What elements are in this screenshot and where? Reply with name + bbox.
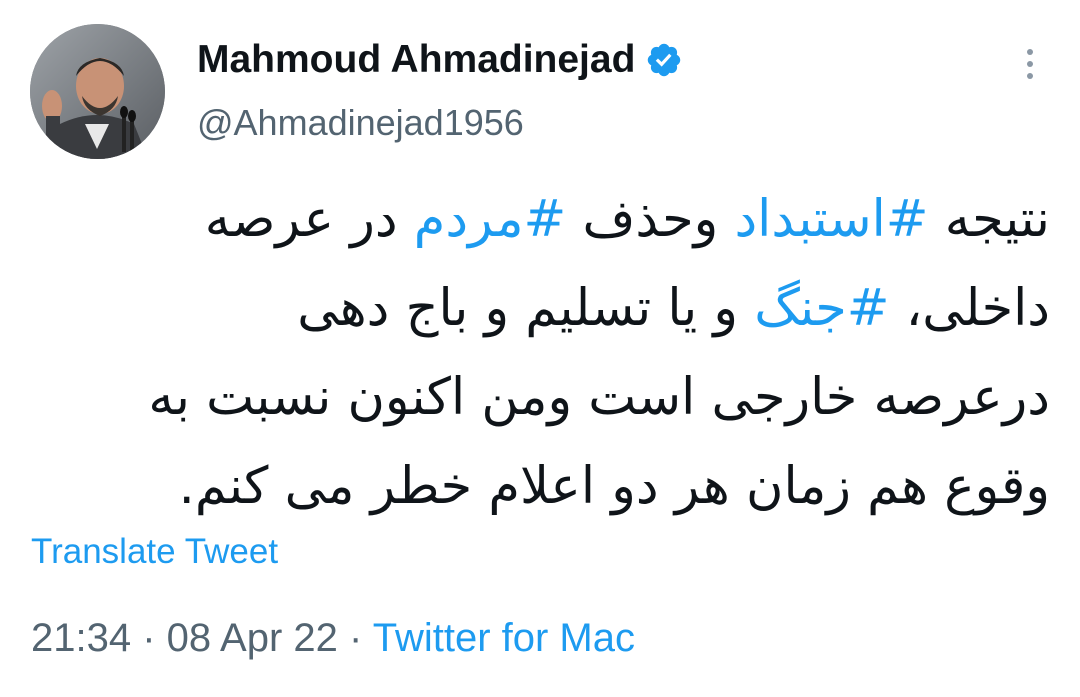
tweet-text: نتیجه #استبداد وحذف #مردم در عرصه داخلی،… [40, 175, 1050, 531]
tweet-metadata: 21:34 · 08 Apr 22 · Twitter for Mac [31, 616, 635, 661]
hashtag-link[interactable]: #مردم [414, 190, 566, 249]
verified-badge-icon [645, 41, 683, 79]
meta-separator: · [131, 616, 167, 660]
name-row: Mahmoud Ahmadinejad [197, 34, 683, 86]
author-handle[interactable]: @Ahmadinejad1956 [197, 102, 683, 144]
display-name[interactable]: Mahmoud Ahmadinejad [197, 38, 635, 82]
tweet-text-segment: نتیجه [928, 190, 1050, 249]
tweet-text-segment: درعرصه خارجی است ومن اکنون نسبت به [148, 368, 1050, 427]
profile-photo-icon [30, 24, 165, 159]
tweet-source-link[interactable]: Twitter for Mac [373, 616, 635, 660]
tweet-line: درعرصه خارجی است ومن اکنون نسبت به [40, 353, 1050, 442]
translate-tweet-link[interactable]: Translate Tweet [31, 532, 278, 572]
author-block: Mahmoud Ahmadinejad @Ahmadinejad1956 [197, 34, 683, 144]
tweet-card: Mahmoud Ahmadinejad @Ahmadinejad1956 نتی… [0, 0, 1080, 697]
tweet-line: نتیجه #استبداد وحذف #مردم در عرصه [40, 175, 1050, 264]
hashtag-link[interactable]: #جنگ [754, 279, 889, 338]
tweet-text-segment: وقوع هم زمان هر دو اعلام خطر می کنم. [178, 457, 1050, 516]
tweet-text-segment: و یا تسلیم و باج دهی [297, 279, 755, 338]
avatar[interactable] [30, 24, 165, 159]
tweet-line: داخلی، #جنگ و یا تسلیم و باج دهی [40, 264, 1050, 353]
tweet-date[interactable]: 08 Apr 22 [167, 616, 338, 660]
tweet-text-segment: در عرصه [204, 190, 414, 249]
hashtag-link[interactable]: #استبداد [734, 190, 928, 249]
tweet-time[interactable]: 21:34 [31, 616, 131, 660]
tweet-text-segment: وحذف [566, 190, 735, 249]
tweet-line: وقوع هم زمان هر دو اعلام خطر می کنم. [40, 442, 1050, 531]
meta-separator: · [337, 616, 373, 660]
tweet-text-segment: داخلی، [889, 279, 1050, 338]
more-options-icon[interactable] [1016, 44, 1044, 84]
